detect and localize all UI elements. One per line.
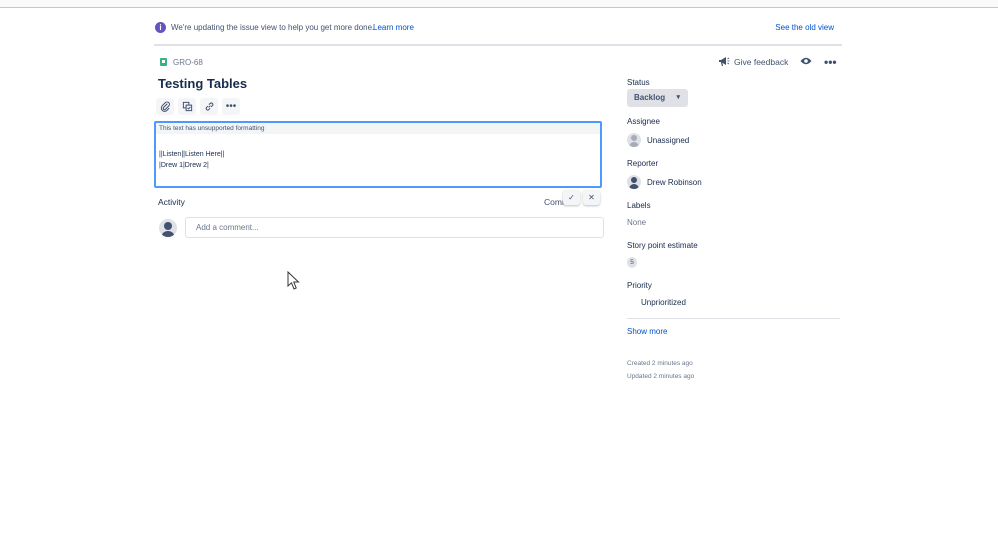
subtask-icon[interactable] (178, 98, 196, 115)
reporter-value[interactable]: Drew Robinson (647, 178, 702, 187)
status-dropdown[interactable]: Backlog ▾ (627, 89, 688, 107)
learn-more-link[interactable]: Learn more (373, 23, 414, 32)
close-icon: ✕ (588, 193, 595, 202)
labels-value[interactable]: None (627, 218, 646, 227)
assignee-label: Assignee (627, 117, 660, 126)
divider (627, 318, 840, 319)
confirm-button[interactable]: ✓ (563, 190, 580, 205)
story-points-value[interactable]: 5 (627, 257, 637, 268)
cancel-button[interactable]: ✕ (583, 190, 600, 205)
show-more-link[interactable]: Show more (627, 327, 667, 336)
updated-timestamp: Updated 2 minutes ago (627, 373, 695, 380)
megaphone-icon (719, 57, 730, 67)
reporter-avatar[interactable] (627, 175, 641, 189)
info-icon: i (155, 22, 166, 33)
mouse-cursor-icon (287, 271, 300, 290)
comment-input[interactable]: Add a comment... (185, 217, 604, 238)
unsupported-format-note: This text has unsupported formatting (156, 123, 600, 134)
give-feedback-label: Give feedback (734, 56, 789, 67)
issue-key-link[interactable]: GRO-68 (173, 58, 203, 67)
story-points-label: Story point estimate (627, 241, 698, 250)
assignee-avatar[interactable] (627, 133, 641, 147)
browser-top-bar (0, 0, 998, 8)
description-editor[interactable]: This text has unsupported formatting ||L… (154, 121, 602, 188)
editor-line-1[interactable]: ||Listen||Listen Here|| (159, 151, 224, 158)
attachment-icon[interactable] (156, 98, 174, 115)
more-icon[interactable]: ••• (222, 98, 240, 115)
banner-text: We're updating the issue view to help yo… (171, 23, 375, 32)
link-icon[interactable] (200, 98, 218, 115)
assignee-value[interactable]: Unassigned (647, 136, 689, 145)
reporter-label: Reporter (627, 159, 659, 168)
activity-heading: Activity (158, 197, 185, 207)
priority-label: Priority (627, 281, 652, 290)
check-icon: ✓ (568, 193, 575, 202)
labels-label: Labels (627, 201, 651, 210)
issue-toolbar: ••• (156, 98, 240, 115)
created-timestamp: Created 2 minutes ago (627, 360, 693, 367)
watch-icon[interactable] (800, 56, 812, 68)
story-icon (160, 58, 167, 66)
status-label: Status (627, 78, 650, 87)
priority-value[interactable]: Unprioritized (641, 298, 686, 307)
editor-line-2[interactable]: |Drew 1|Drew 2| (159, 162, 209, 169)
give-feedback-button[interactable]: Give feedback (718, 56, 788, 67)
see-old-view-link[interactable]: See the old view (775, 23, 834, 32)
avatar (159, 219, 177, 237)
more-actions-icon[interactable]: ••• (824, 55, 837, 69)
issue-title[interactable]: Testing Tables (158, 76, 247, 91)
info-banner: i We're updating the issue view to help … (154, 16, 842, 46)
status-value: Backlog (634, 93, 666, 102)
chevron-down-icon: ▾ (676, 94, 680, 101)
